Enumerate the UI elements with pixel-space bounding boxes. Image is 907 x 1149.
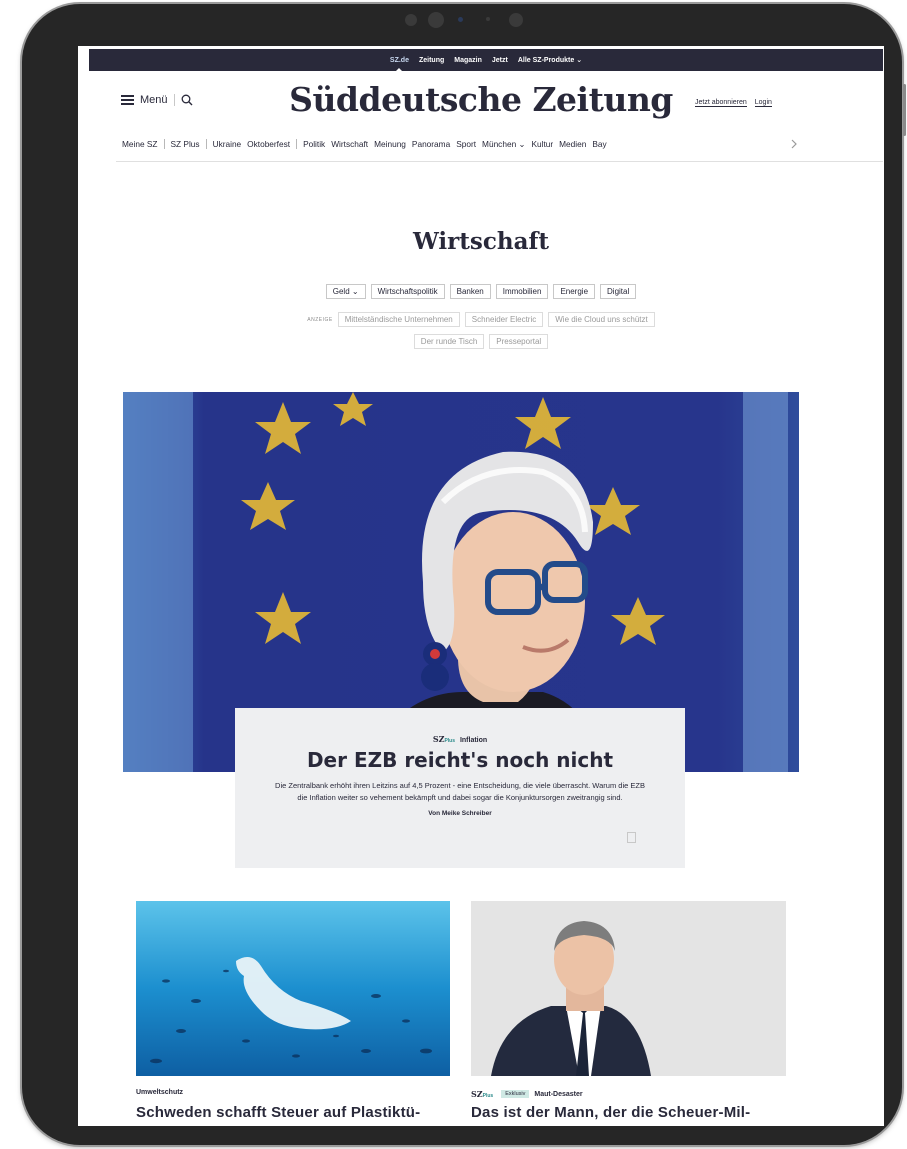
sz-plus-logo: SZPlus: [433, 734, 458, 744]
divider: [163, 139, 165, 149]
exclusive-badge: Exklusiv: [501, 1090, 530, 1098]
camera-icon: [428, 12, 444, 28]
sz-plus-brand: SZ: [432, 734, 445, 744]
nav-item-ukraine[interactable]: Ukraine: [213, 139, 242, 149]
ad-chip-presseportal[interactable]: Presseportal: [489, 334, 549, 349]
ad-chips-row-1: ANZEIGE Mittelständische Unternehmen Sch…: [78, 312, 884, 327]
card-kicker-label: Maut-Desaster: [534, 1090, 583, 1098]
nav-item-politik[interactable]: Politik: [303, 139, 325, 149]
nav-item-bayern[interactable]: Bay: [592, 139, 606, 149]
article-image-man[interactable]: [471, 901, 786, 1076]
hero-kicker: SZPlus Inflation: [235, 734, 685, 744]
divider: [296, 139, 298, 149]
ad-chip-cloud[interactable]: Wie die Cloud uns schützt: [548, 312, 655, 327]
nav-item-wirtschaft[interactable]: Wirtschaft: [331, 139, 368, 149]
topbar-jetzt-link[interactable]: Jetzt: [492, 57, 508, 64]
topbar-sz-de-link[interactable]: SZ.de: [390, 57, 409, 72]
chip-energie[interactable]: Energie: [553, 284, 596, 299]
top-product-bar: SZ.de Zeitung Magazin Jetzt Alle SZ-Prod…: [89, 49, 883, 72]
chip-geld-label: Geld: [332, 287, 350, 296]
chevron-right-icon[interactable]: [790, 139, 798, 149]
chip-wirtschaftspolitik[interactable]: Wirtschaftspolitik: [370, 284, 445, 299]
chip-geld[interactable]: Geld ⌄: [325, 284, 366, 299]
chevron-down-icon: ⌄: [576, 57, 583, 64]
nav-item-meinung[interactable]: Meinung: [374, 139, 406, 149]
hero-teaser[interactable]: SZPlus Inflation Der EZB reicht's noch n…: [235, 708, 685, 868]
side-button: [903, 84, 906, 136]
browser-viewport: SZ.de Zeitung Magazin Jetzt Alle SZ-Prod…: [78, 46, 884, 1126]
ad-label: ANZEIGE: [307, 316, 333, 323]
sz-plus-suffix: Plus: [482, 1093, 494, 1099]
sensor-icon: [458, 17, 463, 22]
chevron-down-icon: ⌄: [351, 287, 359, 296]
nav-item-meine-sz[interactable]: Meine SZ: [122, 139, 158, 149]
hero-author: Von Meike Schreiber: [428, 810, 492, 817]
page-title: Wirtschaft: [412, 228, 549, 255]
nav-item-sz-plus[interactable]: SZ Plus: [171, 139, 200, 149]
camera-icon: [405, 14, 417, 26]
topic-chips: Geld ⌄ Wirtschaftspolitik Banken Immobil…: [78, 284, 884, 299]
nav-item-panorama[interactable]: Panorama: [412, 139, 450, 149]
ad-chip-runder-tisch[interactable]: Der runde Tisch: [413, 334, 485, 349]
topbar-zeitung-link[interactable]: Zeitung: [419, 57, 444, 64]
nav-item-muenchen-label: München: [482, 139, 517, 149]
nav-item-medien[interactable]: Medien: [559, 139, 586, 149]
divider: [205, 139, 207, 149]
card-kicker-maut: SZPlus Exklusiv Maut-Desaster: [471, 1089, 583, 1099]
card-title-scheuer[interactable]: Das ist der Mann, der die Scheuer-Mil-: [471, 1104, 750, 1121]
tablet-frame: SZ.de Zeitung Magazin Jetzt Alle SZ-Prod…: [22, 4, 902, 1145]
topbar-all-products-link[interactable]: Alle SZ-Produkte ⌄: [518, 56, 582, 64]
camera-icon: [509, 13, 523, 27]
portrait-photo: [471, 901, 786, 1076]
chevron-down-icon: ⌄: [518, 139, 526, 149]
nav-item-sport[interactable]: Sport: [456, 139, 476, 149]
plastic-bag-photo: [136, 901, 450, 1076]
nav-divider-line: [116, 161, 883, 162]
sz-plus-suffix: Plus: [444, 738, 455, 744]
login-link[interactable]: Login: [754, 99, 772, 107]
topbar-all-products-label: Alle SZ-Produkte: [517, 57, 575, 64]
chip-immobilien[interactable]: Immobilien: [495, 284, 549, 299]
hero-headline[interactable]: Der EZB reicht's noch nicht: [235, 748, 685, 772]
chip-banken[interactable]: Banken: [449, 284, 491, 299]
sz-plus-brand: SZ: [471, 1089, 483, 1099]
sensor-icon: [486, 17, 490, 21]
nav-item-muenchen[interactable]: München ⌄: [482, 139, 525, 149]
chip-digital[interactable]: Digital: [600, 284, 637, 299]
main-navigation: Meine SZ SZ Plus Ukraine Oktoberfest Pol…: [122, 139, 822, 149]
hero-kicker-label: Inflation: [459, 737, 488, 744]
topbar-magazin-link[interactable]: Magazin: [454, 57, 482, 64]
ad-chip-mittelstaendische[interactable]: Mittelständische Unternehmen: [337, 312, 460, 327]
article-image-plastic[interactable]: [136, 901, 450, 1076]
subscribe-link[interactable]: Jetzt abonnieren: [695, 99, 747, 107]
card-kicker-umweltschutz: Umweltschutz: [136, 1089, 184, 1096]
ad-chips-row-2: Der runde Tisch Presseportal: [78, 334, 884, 349]
hero-summary: Die Zentralbank erhöht ihren Leitzins au…: [275, 781, 645, 802]
card-title-schweden[interactable]: Schweden schafft Steuer auf Plastiktü-: [136, 1104, 420, 1121]
sz-plus-logo: SZPlus: [471, 1089, 496, 1099]
header-right: Jetzt abonnieren Login: [695, 99, 772, 107]
ad-chip-schneider[interactable]: Schneider Electric: [464, 312, 544, 327]
bookmark-icon[interactable]: [627, 832, 636, 843]
nav-item-oktoberfest[interactable]: Oktoberfest: [247, 139, 290, 149]
nav-item-kultur[interactable]: Kultur: [531, 139, 553, 149]
